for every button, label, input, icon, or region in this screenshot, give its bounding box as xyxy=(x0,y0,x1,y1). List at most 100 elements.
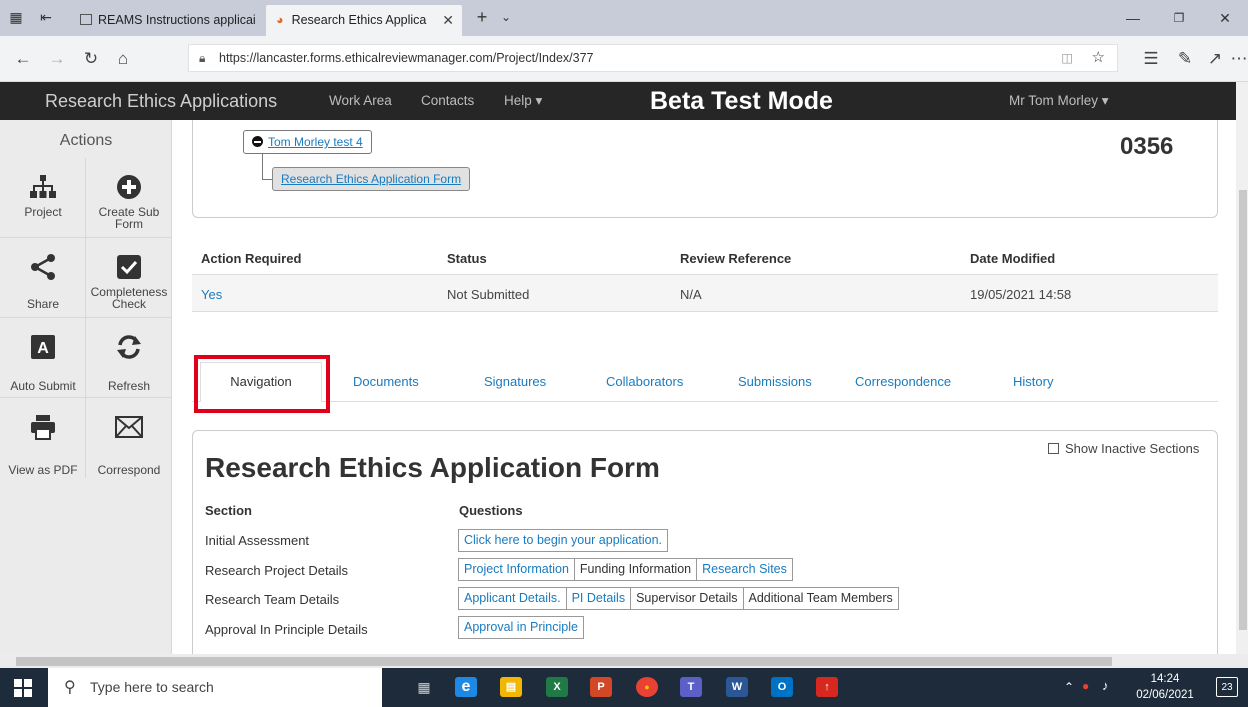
windows-start-icon[interactable] xyxy=(14,679,32,700)
file-explorer-icon[interactable]: ▤ xyxy=(500,677,522,697)
page-icon xyxy=(80,14,92,25)
back-icon[interactable]: ← xyxy=(12,48,34,70)
nav-contacts[interactable]: Contacts xyxy=(421,82,474,120)
more-icon[interactable]: ⋯ xyxy=(1230,48,1248,70)
tab-submissions[interactable]: Submissions xyxy=(738,374,812,389)
action-auto-submit[interactable]: A Auto Submit xyxy=(0,318,86,398)
teams-icon[interactable]: T xyxy=(680,677,702,697)
refresh-page-icon[interactable]: ↻ xyxy=(80,48,102,70)
form-link[interactable]: Research Ethics Application Form xyxy=(281,172,461,186)
column-section: Section xyxy=(205,503,252,518)
url-field[interactable]: 🔒︎ https://lancaster.forms.ethicalreview… xyxy=(188,44,1118,72)
taskbar-clock[interactable]: 14:24 02/06/2021 xyxy=(1130,671,1200,703)
tab-signatures[interactable]: Signatures xyxy=(484,374,546,389)
action-refresh[interactable]: Refresh xyxy=(86,318,172,398)
value-action-required[interactable]: Yes xyxy=(201,287,222,302)
clock-time: 14:24 xyxy=(1150,673,1180,685)
app-navbar: Research Ethics Applications Work Area C… xyxy=(0,82,1236,120)
taskbar-search[interactable]: ⚲ Type here to search xyxy=(48,668,382,707)
question-applicant-details[interactable]: Applicant Details. xyxy=(458,587,567,610)
chrome-icon[interactable]: ● xyxy=(636,677,658,697)
outlook-icon[interactable]: O xyxy=(771,677,793,697)
browser-tab-reams[interactable]: REAMS Instructions applicai xyxy=(80,5,265,36)
auto-submit-icon: A xyxy=(0,332,86,362)
header-review-reference: Review Reference xyxy=(680,251,792,266)
tab-history[interactable]: History xyxy=(1013,374,1053,389)
forward-icon[interactable]: → xyxy=(46,48,68,70)
app-brand[interactable]: Research Ethics Applications xyxy=(45,82,277,120)
question-approval-in-principle[interactable]: Approval in Principle xyxy=(458,616,584,639)
section-research-team-details: Research Team Details xyxy=(205,592,340,607)
actions-sidebar: Actions Project Create Sub Form Share Co… xyxy=(0,120,172,654)
browser-tab-ethics[interactable]: ◕ Research Ethics Applica ✕ xyxy=(266,5,462,36)
tabs-underline xyxy=(192,401,1218,402)
favorite-star-icon[interactable]: ☆ xyxy=(1092,45,1105,71)
value-review-reference: N/A xyxy=(680,287,702,302)
close-window-icon[interactable]: ✕ xyxy=(1202,0,1248,36)
action-correspond[interactable]: Correspond xyxy=(86,398,172,478)
column-questions: Questions xyxy=(459,503,523,518)
nav-help[interactable]: Help ▾ xyxy=(504,82,542,120)
set-tabs-aside-icon[interactable]: ⇤ xyxy=(38,9,54,25)
pen-icon[interactable]: ✎ xyxy=(1174,48,1196,70)
collapse-icon[interactable] xyxy=(252,136,263,147)
lock-icon: 🔒︎ xyxy=(199,51,206,65)
action-project[interactable]: Project xyxy=(0,158,86,238)
tab-actions-icon[interactable]: ▦ xyxy=(8,9,24,25)
network-icon[interactable]: ● xyxy=(1082,679,1089,693)
browser-address-bar: ← → ↻ ⌂ 🔒︎ https://lancaster.forms.ethic… xyxy=(0,36,1248,82)
question-research-sites[interactable]: Research Sites xyxy=(697,558,793,581)
questions-row: Project Information Funding Information … xyxy=(458,558,793,581)
vertical-scroll-thumb[interactable] xyxy=(1239,190,1247,630)
minimize-icon[interactable]: — xyxy=(1110,0,1156,36)
action-view-as-pdf[interactable]: View as PDF xyxy=(0,398,86,478)
horizontal-scroll-thumb[interactable] xyxy=(16,657,1112,666)
project-number: 0356 xyxy=(1120,133,1174,160)
home-icon[interactable]: ⌂ xyxy=(112,48,134,70)
question-pi-details[interactable]: PI Details xyxy=(566,587,632,610)
tree-node-form[interactable]: Research Ethics Application Form xyxy=(272,167,471,191)
beta-banner: Beta Test Mode xyxy=(650,87,833,115)
action-completeness-check[interactable]: Completeness Check xyxy=(86,238,172,318)
close-tab-icon[interactable]: ✕ xyxy=(442,5,454,36)
tab-collaborators[interactable]: Collaborators xyxy=(606,374,683,389)
acrobat-icon[interactable]: ↑ xyxy=(816,677,838,697)
envelope-icon xyxy=(86,412,172,442)
user-menu[interactable]: Mr Tom Morley ▾ xyxy=(1009,82,1109,120)
task-view-icon[interactable]: ▦ xyxy=(413,677,435,697)
favorites-icon[interactable]: ☰ xyxy=(1140,48,1162,70)
nav-work-area[interactable]: Work Area xyxy=(329,82,392,120)
checkbox-icon xyxy=(86,252,172,282)
show-hidden-icons-icon[interactable]: ⌃ xyxy=(1064,680,1074,694)
reading-view-icon[interactable]: ◫ xyxy=(1061,45,1073,71)
tab-correspondence[interactable]: Correspondence xyxy=(855,374,951,389)
action-create-sub-form[interactable]: Create Sub Form xyxy=(86,158,172,238)
share-icon xyxy=(0,252,86,282)
edge-icon[interactable]: e xyxy=(455,677,477,697)
powerpoint-icon[interactable]: P xyxy=(590,677,612,697)
question-project-information[interactable]: Project Information xyxy=(458,558,575,581)
question-additional-team-members: Additional Team Members xyxy=(743,587,899,610)
section-research-project-details: Research Project Details xyxy=(205,563,349,578)
tab-preview-chevron-icon[interactable]: ⌄ xyxy=(498,9,514,25)
question-begin-application[interactable]: Click here to begin your application. xyxy=(458,529,669,552)
volume-icon[interactable]: ♪ xyxy=(1102,678,1109,693)
tree-node-project[interactable]: Tom Morley test 4 xyxy=(243,130,372,154)
question-supervisor-details: Supervisor Details xyxy=(631,587,744,610)
excel-icon[interactable]: X xyxy=(546,677,568,697)
clock-date: 02/06/2021 xyxy=(1136,689,1194,701)
tab-documents[interactable]: Documents xyxy=(353,374,419,389)
value-date-modified: 19/05/2021 14:58 xyxy=(970,287,1072,302)
actions-title: Actions xyxy=(59,132,113,149)
word-icon[interactable]: W xyxy=(726,677,748,697)
action-share[interactable]: Share xyxy=(0,238,86,318)
show-inactive-checkbox[interactable]: Show Inactive Sections xyxy=(1048,441,1199,456)
restore-icon[interactable]: ❐ xyxy=(1156,0,1202,36)
tree-connector xyxy=(262,179,272,180)
notifications-icon[interactable]: 23 xyxy=(1216,677,1238,697)
project-link[interactable]: Tom Morley test 4 xyxy=(268,135,363,149)
checkbox-box[interactable] xyxy=(1048,443,1059,454)
share-page-icon[interactable]: ↗ xyxy=(1204,48,1226,70)
new-tab-button[interactable]: + xyxy=(474,8,490,26)
browser-tab-bar: ▦ ⇤ REAMS Instructions applicai ◕ Researc… xyxy=(0,0,1248,36)
